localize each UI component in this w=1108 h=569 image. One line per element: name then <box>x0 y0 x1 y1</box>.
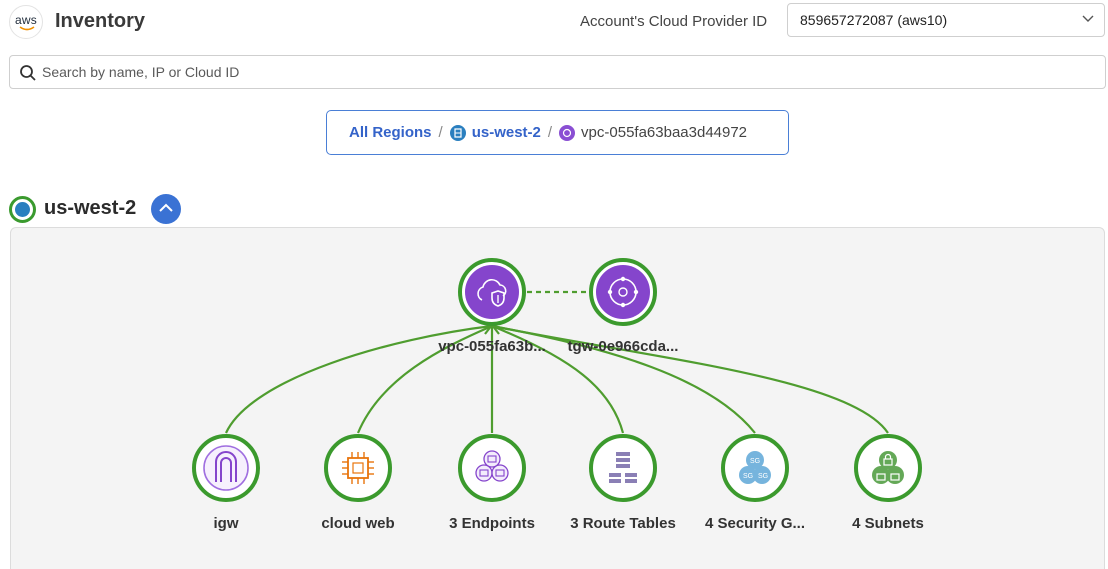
igw-node[interactable] <box>192 434 260 502</box>
chevron-up-icon <box>159 203 173 212</box>
page-title: Inventory <box>55 10 146 32</box>
breadcrumb-all-regions[interactable]: All Regions <box>349 124 432 141</box>
route-tables-node[interactable] <box>589 434 657 502</box>
child-node-label: cloud web <box>321 515 395 532</box>
child-node-label: 3 Endpoints <box>449 515 535 532</box>
breadcrumb-vpc: vpc-055fa63baa3d44972 <box>581 124 748 141</box>
child-node-label: 3 Route Tables <box>570 515 676 532</box>
topology-canvas: vpc-055fa63b... tgw-0e966cda... igw clou… <box>10 227 1105 569</box>
collapse-region-button[interactable] <box>151 194 181 224</box>
region-icon <box>9 196 36 223</box>
cloud-provider-label: Account's Cloud Provider ID <box>580 13 768 30</box>
search-bar <box>9 55 1106 89</box>
endpoints-icon <box>475 450 509 482</box>
vpc-node[interactable] <box>458 258 526 326</box>
breadcrumb-region[interactable]: us-west-2 <box>472 124 541 141</box>
app-header: aws Inventory Account's Cloud Provider I… <box>0 0 1108 48</box>
internet-gateway-icon <box>203 445 249 491</box>
route-tables-icon <box>609 452 637 483</box>
vpc-cloud-shield-icon <box>477 279 507 307</box>
ec2-instance-chip-icon <box>342 452 374 484</box>
chevron-down-icon <box>1082 15 1094 22</box>
aws-logo-text: aws <box>15 13 37 27</box>
search-icon <box>20 65 36 81</box>
child-node-label: 4 Security G... <box>704 515 806 532</box>
cloud-provider-value: 859657272087 (aws10) <box>800 12 948 28</box>
subnets-lock-icon <box>872 451 904 484</box>
tgw-node-label: tgw-0e966cda... <box>567 338 679 355</box>
svg-text:SG: SG <box>750 458 760 465</box>
breadcrumb-separator: / <box>438 124 443 141</box>
subnets-node[interactable] <box>854 434 922 502</box>
region-name: us-west-2 <box>44 197 137 219</box>
transit-gateway-icon <box>607 276 639 308</box>
cloud-web-node[interactable] <box>324 434 392 502</box>
breadcrumb-separator: / <box>547 124 553 141</box>
svg-text:SG: SG <box>758 473 768 480</box>
region-globe-icon <box>449 124 466 141</box>
aws-logo: aws <box>9 5 43 39</box>
breadcrumb: All Regions / us-west-2 / vpc-055fa63baa… <box>326 110 789 155</box>
svg-text:SG: SG <box>743 473 753 480</box>
search-input[interactable] <box>42 60 1092 84</box>
tgw-node[interactable] <box>589 258 657 326</box>
endpoints-node[interactable] <box>458 434 526 502</box>
child-node-label: igw <box>213 515 239 532</box>
security-groups-node[interactable]: SG SG SG <box>721 434 789 502</box>
vpc-icon <box>559 124 576 141</box>
security-groups-icon: SG SG SG <box>739 451 771 484</box>
child-node-label: 4 Subnets <box>852 515 924 532</box>
vpc-node-label: vpc-055fa63b... <box>438 338 546 355</box>
cloud-provider-select[interactable]: 859657272087 (aws10) <box>787 3 1105 37</box>
